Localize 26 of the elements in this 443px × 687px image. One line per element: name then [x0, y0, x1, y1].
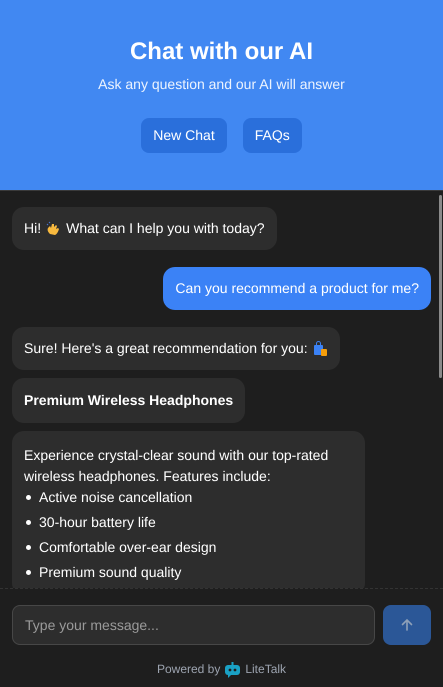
- feature-item: Active noise cancellation: [39, 488, 192, 507]
- message-input[interactable]: Type your message...: [12, 605, 375, 645]
- header-button[interactable]: New Chat: [141, 118, 227, 153]
- waving-hand-icon: [46, 221, 62, 236]
- feature-item: Premium sound quality: [39, 563, 182, 582]
- page-title: Chat with our AI: [130, 37, 314, 67]
- feature-item: 30-hour battery life: [39, 513, 156, 532]
- shopping-bags-icon: [312, 340, 328, 356]
- feature-item: Comfortable over-ear design: [39, 538, 216, 557]
- message-text: Hi!: [24, 219, 42, 238]
- bullet-icon: [26, 545, 31, 550]
- message-text: Sure! Here's a great recommendation for you:: [24, 339, 308, 358]
- page-subtitle: Ask any question and our AI will answer: [98, 75, 345, 94]
- product-description: Experience crystal-clear sound with our top-rated wireless headphones. Features include:: [24, 446, 330, 486]
- bullet-icon: [26, 520, 31, 525]
- bullet-icon: [26, 570, 31, 575]
- scrollbar-thumb[interactable]: [439, 195, 442, 378]
- powered-by-text: Powered by: [156, 661, 220, 678]
- bullet-icon: [26, 495, 31, 500]
- arrow-up-icon: [400, 618, 414, 632]
- robot-icon: [224, 660, 242, 678]
- message-text: What can I help you with today?: [66, 219, 265, 238]
- header-button[interactable]: FAQs: [242, 118, 302, 153]
- brand-name: LiteTalk: [245, 661, 286, 678]
- product-title: Premium Wireless Headphones: [12, 378, 246, 423]
- message-text: Can you recommend a product for me?: [175, 279, 419, 298]
